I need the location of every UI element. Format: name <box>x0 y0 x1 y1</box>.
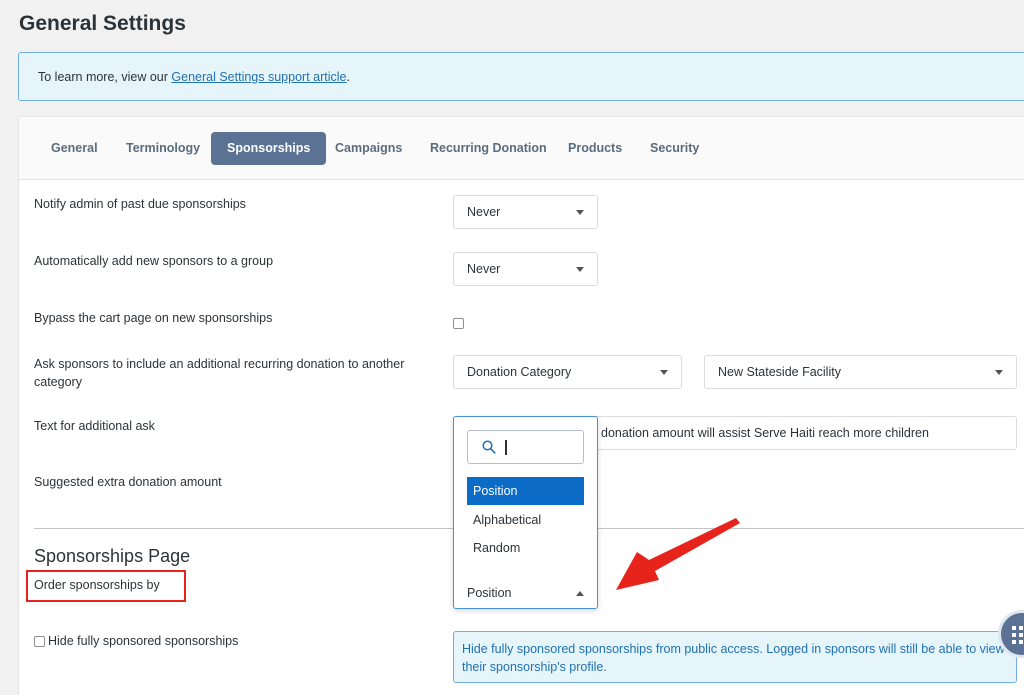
option-alphabetical[interactable]: Alphabetical <box>467 506 584 534</box>
search-icon <box>482 440 496 454</box>
order-by-value: Position <box>467 586 512 600</box>
auto-group-label: Automatically add new sponsors to a grou… <box>34 254 274 268</box>
notify-admin-value: Never <box>467 205 501 219</box>
hide-fully-checkbox[interactable] <box>34 636 45 647</box>
chevron-down-icon <box>576 267 584 272</box>
extra-amount-label: Suggested extra donation amount <box>34 475 222 489</box>
grid-icon <box>1012 626 1024 644</box>
chevron-down-icon <box>995 370 1003 375</box>
annotation-arrow-icon <box>616 518 740 590</box>
chevron-down-icon <box>576 210 584 215</box>
notice-prefix: To learn more, view our <box>38 70 172 84</box>
sponsorships-page-title: Sponsorships Page <box>34 546 191 566</box>
dropdown-search-input[interactable] <box>467 430 584 464</box>
notify-admin-select[interactable]: Never <box>453 195 598 229</box>
order-by-label: Order sponsorships by <box>34 578 160 592</box>
text-cursor <box>505 440 507 455</box>
tab-campaigns[interactable]: Campaigns <box>319 132 418 165</box>
hide-fully-label: Hide fully sponsored sponsorships <box>48 634 239 648</box>
order-by-current-value[interactable]: Position <box>454 577 597 609</box>
support-notice: To learn more, view our General Settings… <box>18 52 1024 101</box>
tab-recurring-donation[interactable]: Recurring Donation <box>414 132 563 165</box>
additional-ask-label: Ask sponsors to include an additional re… <box>34 357 405 389</box>
notify-admin-label: Notify admin of past due sponsorships <box>34 197 246 211</box>
auto-group-select[interactable]: Never <box>453 252 598 286</box>
option-random[interactable]: Random <box>467 534 584 562</box>
facility-value: New Stateside Facility <box>718 365 841 379</box>
bypass-cart-label: Bypass the cart page on new sponsorships <box>34 311 273 325</box>
settings-tabs: General Terminology Sponsorships Campaig… <box>19 117 1024 180</box>
tab-products[interactable]: Products <box>552 132 638 165</box>
donation-category-value: Donation Category <box>467 365 572 379</box>
notice-suffix: . <box>346 70 350 84</box>
auto-group-value: Never <box>467 262 501 276</box>
facility-select[interactable]: New Stateside Facility <box>704 355 1017 389</box>
page-title: General Settings <box>19 12 186 35</box>
bypass-cart-checkbox[interactable] <box>453 318 464 329</box>
donation-category-select[interactable]: Donation Category <box>453 355 682 389</box>
option-position[interactable]: Position <box>467 477 584 505</box>
tab-general[interactable]: General <box>35 132 114 165</box>
chevron-down-icon <box>660 370 668 375</box>
chevron-up-icon <box>576 591 584 596</box>
support-article-link[interactable]: General Settings support article <box>171 70 346 84</box>
ask-text-label: Text for additional ask <box>34 419 155 433</box>
tab-sponsorships[interactable]: Sponsorships <box>211 132 327 165</box>
order-by-dropdown[interactable]: Position Alphabetical Random Position <box>453 416 598 609</box>
tab-terminology[interactable]: Terminology <box>110 132 216 165</box>
tab-security[interactable]: Security <box>634 132 715 165</box>
hide-fully-info: Hide fully sponsored sponsorships from p… <box>453 631 1017 683</box>
